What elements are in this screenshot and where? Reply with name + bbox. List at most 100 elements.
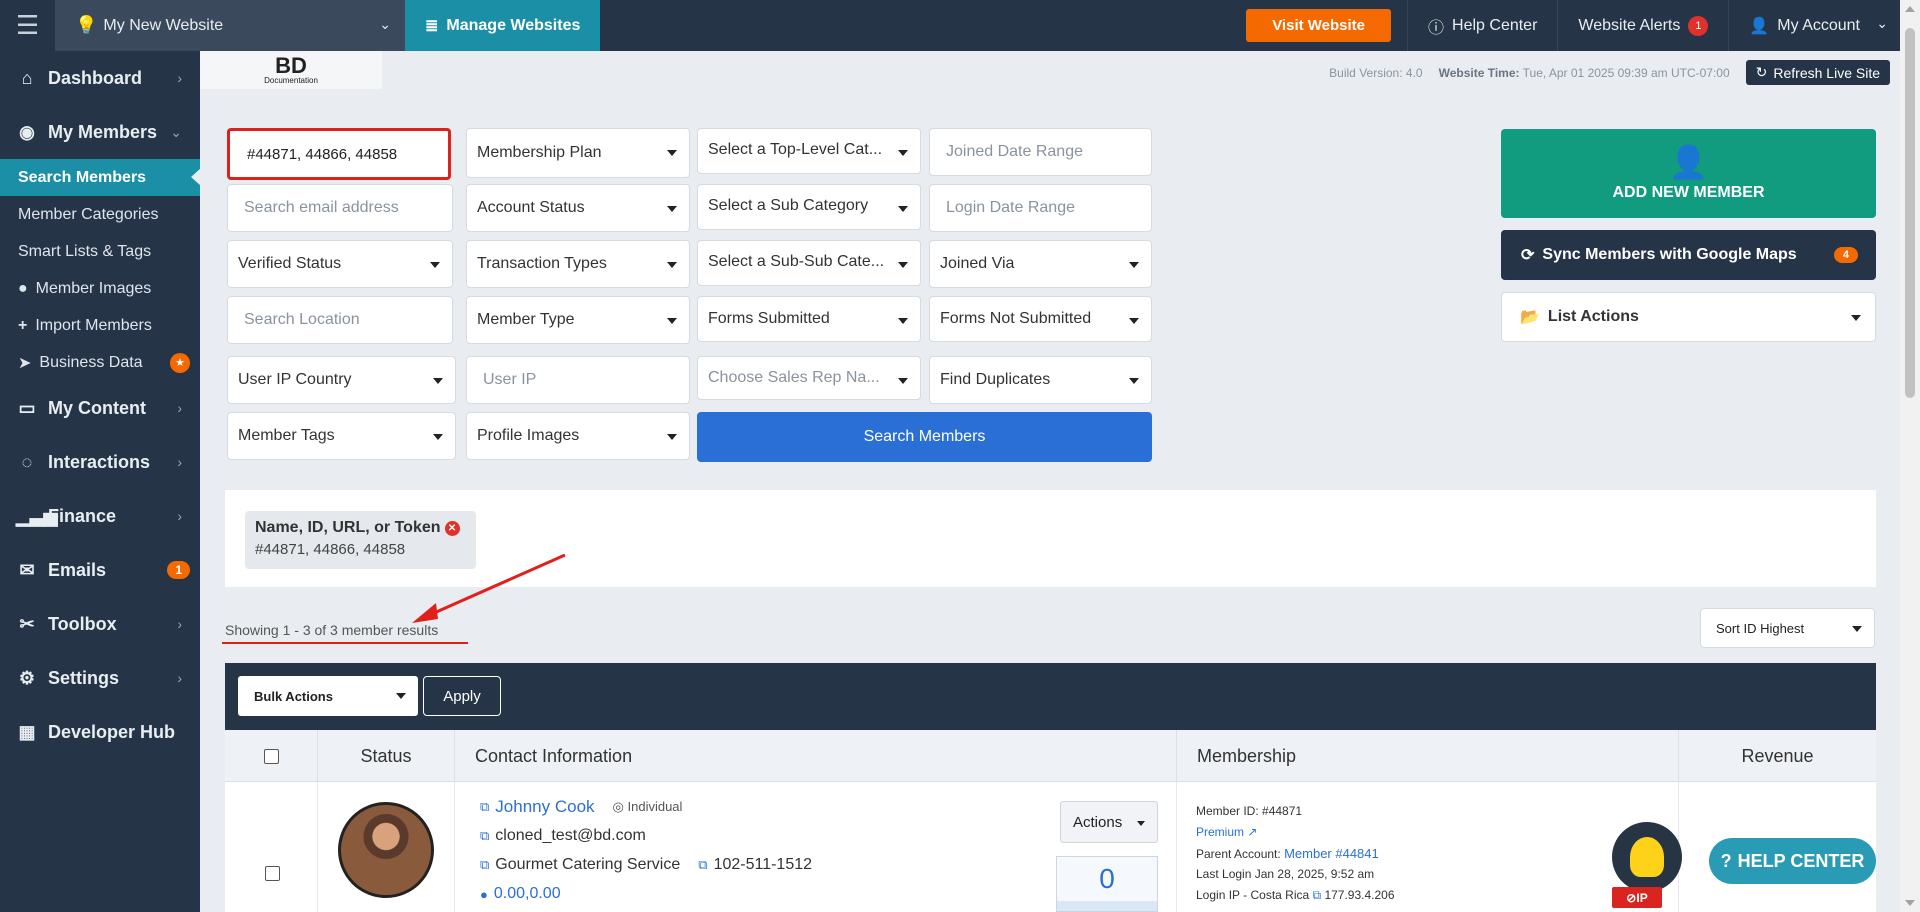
membership-plan-link[interactable]: Premium — [1196, 825, 1244, 839]
help-center-floating-button[interactable]: ? HELP CENTER — [1709, 838, 1876, 884]
external-link-icon: ↗ — [1247, 825, 1258, 839]
forms-not-submitted-select[interactable]: Forms Not Submitted — [929, 296, 1152, 342]
sidebar-sub-smart-lists[interactable]: Smart Lists & Tags — [0, 233, 200, 270]
sub-category-select[interactable]: Select a Sub Category — [697, 184, 921, 230]
sales-rep-select[interactable]: Choose Sales Rep Na... — [697, 356, 921, 400]
apply-button[interactable]: Apply — [423, 676, 501, 716]
sidebar-item-toolbox[interactable]: ✂ Toolbox › — [0, 597, 200, 651]
account-status-select[interactable]: Account Status — [466, 184, 690, 232]
find-duplicates-select[interactable]: Find Duplicates — [929, 356, 1152, 404]
scrollbar-thumb[interactable] — [1905, 28, 1915, 398]
help-center-link[interactable]: ⓘ Help Center — [1407, 0, 1557, 51]
lightbulb-icon — [1630, 837, 1664, 877]
logo[interactable]: BD Documentation — [200, 51, 382, 89]
membership-login-ip: Login IP - Costa Rica ⧉ 177.93.4.206 — [1196, 888, 1395, 903]
profile-images-select[interactable]: Profile Images — [466, 412, 690, 460]
add-new-member-button[interactable]: 👤 ADD NEW MEMBER — [1501, 129, 1876, 218]
user-ip-input[interactable]: User IP — [466, 356, 690, 404]
email-search-input[interactable]: Search email address — [227, 184, 453, 232]
sidebar-sub-import-members[interactable]: + Import Members — [0, 307, 200, 344]
filter-chip-title-row: Name, ID, URL, or Token ✕ — [255, 519, 466, 537]
sidebar-item-label: My Members — [48, 121, 158, 142]
visit-website-button[interactable]: Visit Website — [1246, 9, 1392, 42]
sidebar-item-dashboard[interactable]: ⌂ Dashboard › — [0, 51, 200, 105]
logo-subtitle: Documentation — [264, 75, 318, 85]
row-checkbox[interactable] — [265, 866, 280, 881]
table-toolbar: Bulk Actions Apply — [225, 663, 1876, 730]
website-selector[interactable]: 💡 My New Website ⌄ — [55, 0, 405, 51]
top-level-category-select[interactable]: Select a Top-Level Cat... — [697, 128, 921, 174]
member-type-select[interactable]: Member Type — [466, 296, 690, 344]
remove-filter-icon[interactable]: ✕ — [444, 520, 460, 536]
verified-status-select[interactable]: Verified Status — [227, 240, 453, 288]
member-name-link[interactable]: Johnny Cook — [495, 797, 594, 817]
member-id-value: #44871 — [1262, 804, 1303, 818]
bulk-actions-select[interactable]: Bulk Actions — [238, 676, 418, 716]
row-status-cell — [318, 782, 455, 912]
member-tags-select[interactable]: Member Tags — [227, 412, 456, 460]
question-circle-icon: ⓘ — [1428, 19, 1445, 37]
sidebar-sub-member-images[interactable]: ● Member Images — [0, 270, 200, 307]
my-account-menu[interactable]: 👤 My Account ⌄ — [1728, 0, 1900, 51]
membership-last-login: Last Login Jan 28, 2025, 9:52 am — [1196, 867, 1374, 881]
copy-icon[interactable]: ⧉ — [480, 828, 489, 844]
copy-icon[interactable]: ⧉ — [480, 857, 489, 873]
forms-submitted-select[interactable]: Forms Submitted — [697, 296, 921, 342]
user-plus-icon: 👤 — [1668, 143, 1709, 180]
login-date-range-input[interactable]: Login Date Range — [929, 184, 1152, 232]
name-id-search-input[interactable]: #44871, 44866, 44858 — [227, 128, 451, 180]
lightbulb-widget[interactable] — [1612, 822, 1682, 892]
sidebar-item-emails[interactable]: ✉ Emails 1 — [0, 543, 200, 597]
column-header-label: Revenue — [1741, 745, 1814, 766]
sidebar-item-my-content[interactable]: ▭ My Content › — [0, 381, 200, 435]
folder-icon: ▭ — [18, 397, 36, 418]
chevron-down-icon: ⌄ — [170, 123, 182, 140]
sync-google-maps-button[interactable]: ⟳ Sync Members with Google Maps 4 — [1501, 230, 1876, 280]
scroll-up-icon[interactable] — [1905, 6, 1915, 12]
copy-icon[interactable]: ⧉ — [480, 799, 489, 815]
page-scrollbar[interactable] — [1900, 0, 1920, 912]
parent-account-link[interactable]: Member #44841 — [1284, 846, 1379, 861]
copy-icon[interactable]: ⧉ — [1313, 888, 1322, 902]
manage-websites-button[interactable]: ≣ Manage Websites — [405, 0, 601, 51]
joined-date-range-input[interactable]: Joined Date Range — [929, 128, 1152, 176]
sidebar-sub-label: Import Members — [35, 316, 152, 334]
list-actions-dropdown[interactable]: 📂 List Actions — [1501, 292, 1876, 342]
sidebar-item-label: Developer Hub — [48, 721, 176, 742]
ip-blocked-badge[interactable]: ⊘ IP — [1612, 887, 1662, 908]
hamburger-menu-icon[interactable]: ☰ — [0, 0, 55, 51]
joined-via-select[interactable]: Joined Via — [929, 240, 1152, 288]
sidebar-item-interactions[interactable]: ◌ Interactions › — [0, 435, 200, 489]
member-email-row: ⧉ cloned_test@bd.com — [480, 827, 646, 845]
sidebar-item-my-members[interactable]: ◉ My Members ⌄ — [0, 105, 200, 159]
membership-member-id: Member ID: #44871 — [1196, 804, 1302, 818]
select-all-checkbox[interactable] — [263, 748, 279, 764]
member-coords-link[interactable]: 0.00,0.00 — [494, 885, 561, 903]
home-icon: ⌂ — [21, 67, 33, 88]
membership-plan-select[interactable]: Membership Plan — [466, 128, 690, 178]
sort-select[interactable]: Sort ID Highest — [1700, 608, 1875, 648]
chevron-right-icon: › — [177, 616, 182, 632]
column-header-revenue: Revenue — [1679, 730, 1876, 782]
sidebar-sub-label: Member Images — [35, 279, 152, 297]
sub-sub-category-select[interactable]: Select a Sub-Sub Cate... — [697, 240, 921, 286]
website-alerts-link[interactable]: Website Alerts 1 — [1557, 0, 1728, 51]
location-search-input[interactable]: Search Location — [227, 296, 453, 344]
build-info-bar: Build Version: 4.0 Website Time: Tue, Ap… — [1329, 60, 1890, 85]
refresh-live-site-button[interactable]: ↻ Refresh Live Site — [1745, 60, 1890, 85]
copy-icon[interactable]: ⧉ — [698, 857, 707, 873]
member-avatar[interactable] — [338, 802, 434, 898]
row-actions-dropdown[interactable]: Actions — [1060, 801, 1158, 843]
scroll-down-icon[interactable] — [1905, 900, 1915, 906]
sidebar-sub-member-categories[interactable]: Member Categories — [0, 196, 200, 233]
sidebar-sub-search-members[interactable]: Search Members — [0, 159, 201, 196]
sidebar-item-developer-hub[interactable]: ▦ Developer Hub — [0, 705, 200, 759]
sidebar-item-label: Finance — [48, 505, 117, 526]
sidebar-sub-business-data[interactable]: ➤ Business Data ★ — [0, 344, 200, 381]
user-ip-country-select[interactable]: User IP Country — [227, 356, 456, 404]
sidebar-item-settings[interactable]: ⚙ Settings › — [0, 651, 200, 705]
logo-text: BD — [275, 52, 307, 78]
transaction-types-select[interactable]: Transaction Types — [466, 240, 690, 288]
sidebar-item-finance[interactable]: ▁▃▅ Finance › — [0, 489, 200, 543]
search-members-button[interactable]: Search Members — [697, 412, 1152, 462]
